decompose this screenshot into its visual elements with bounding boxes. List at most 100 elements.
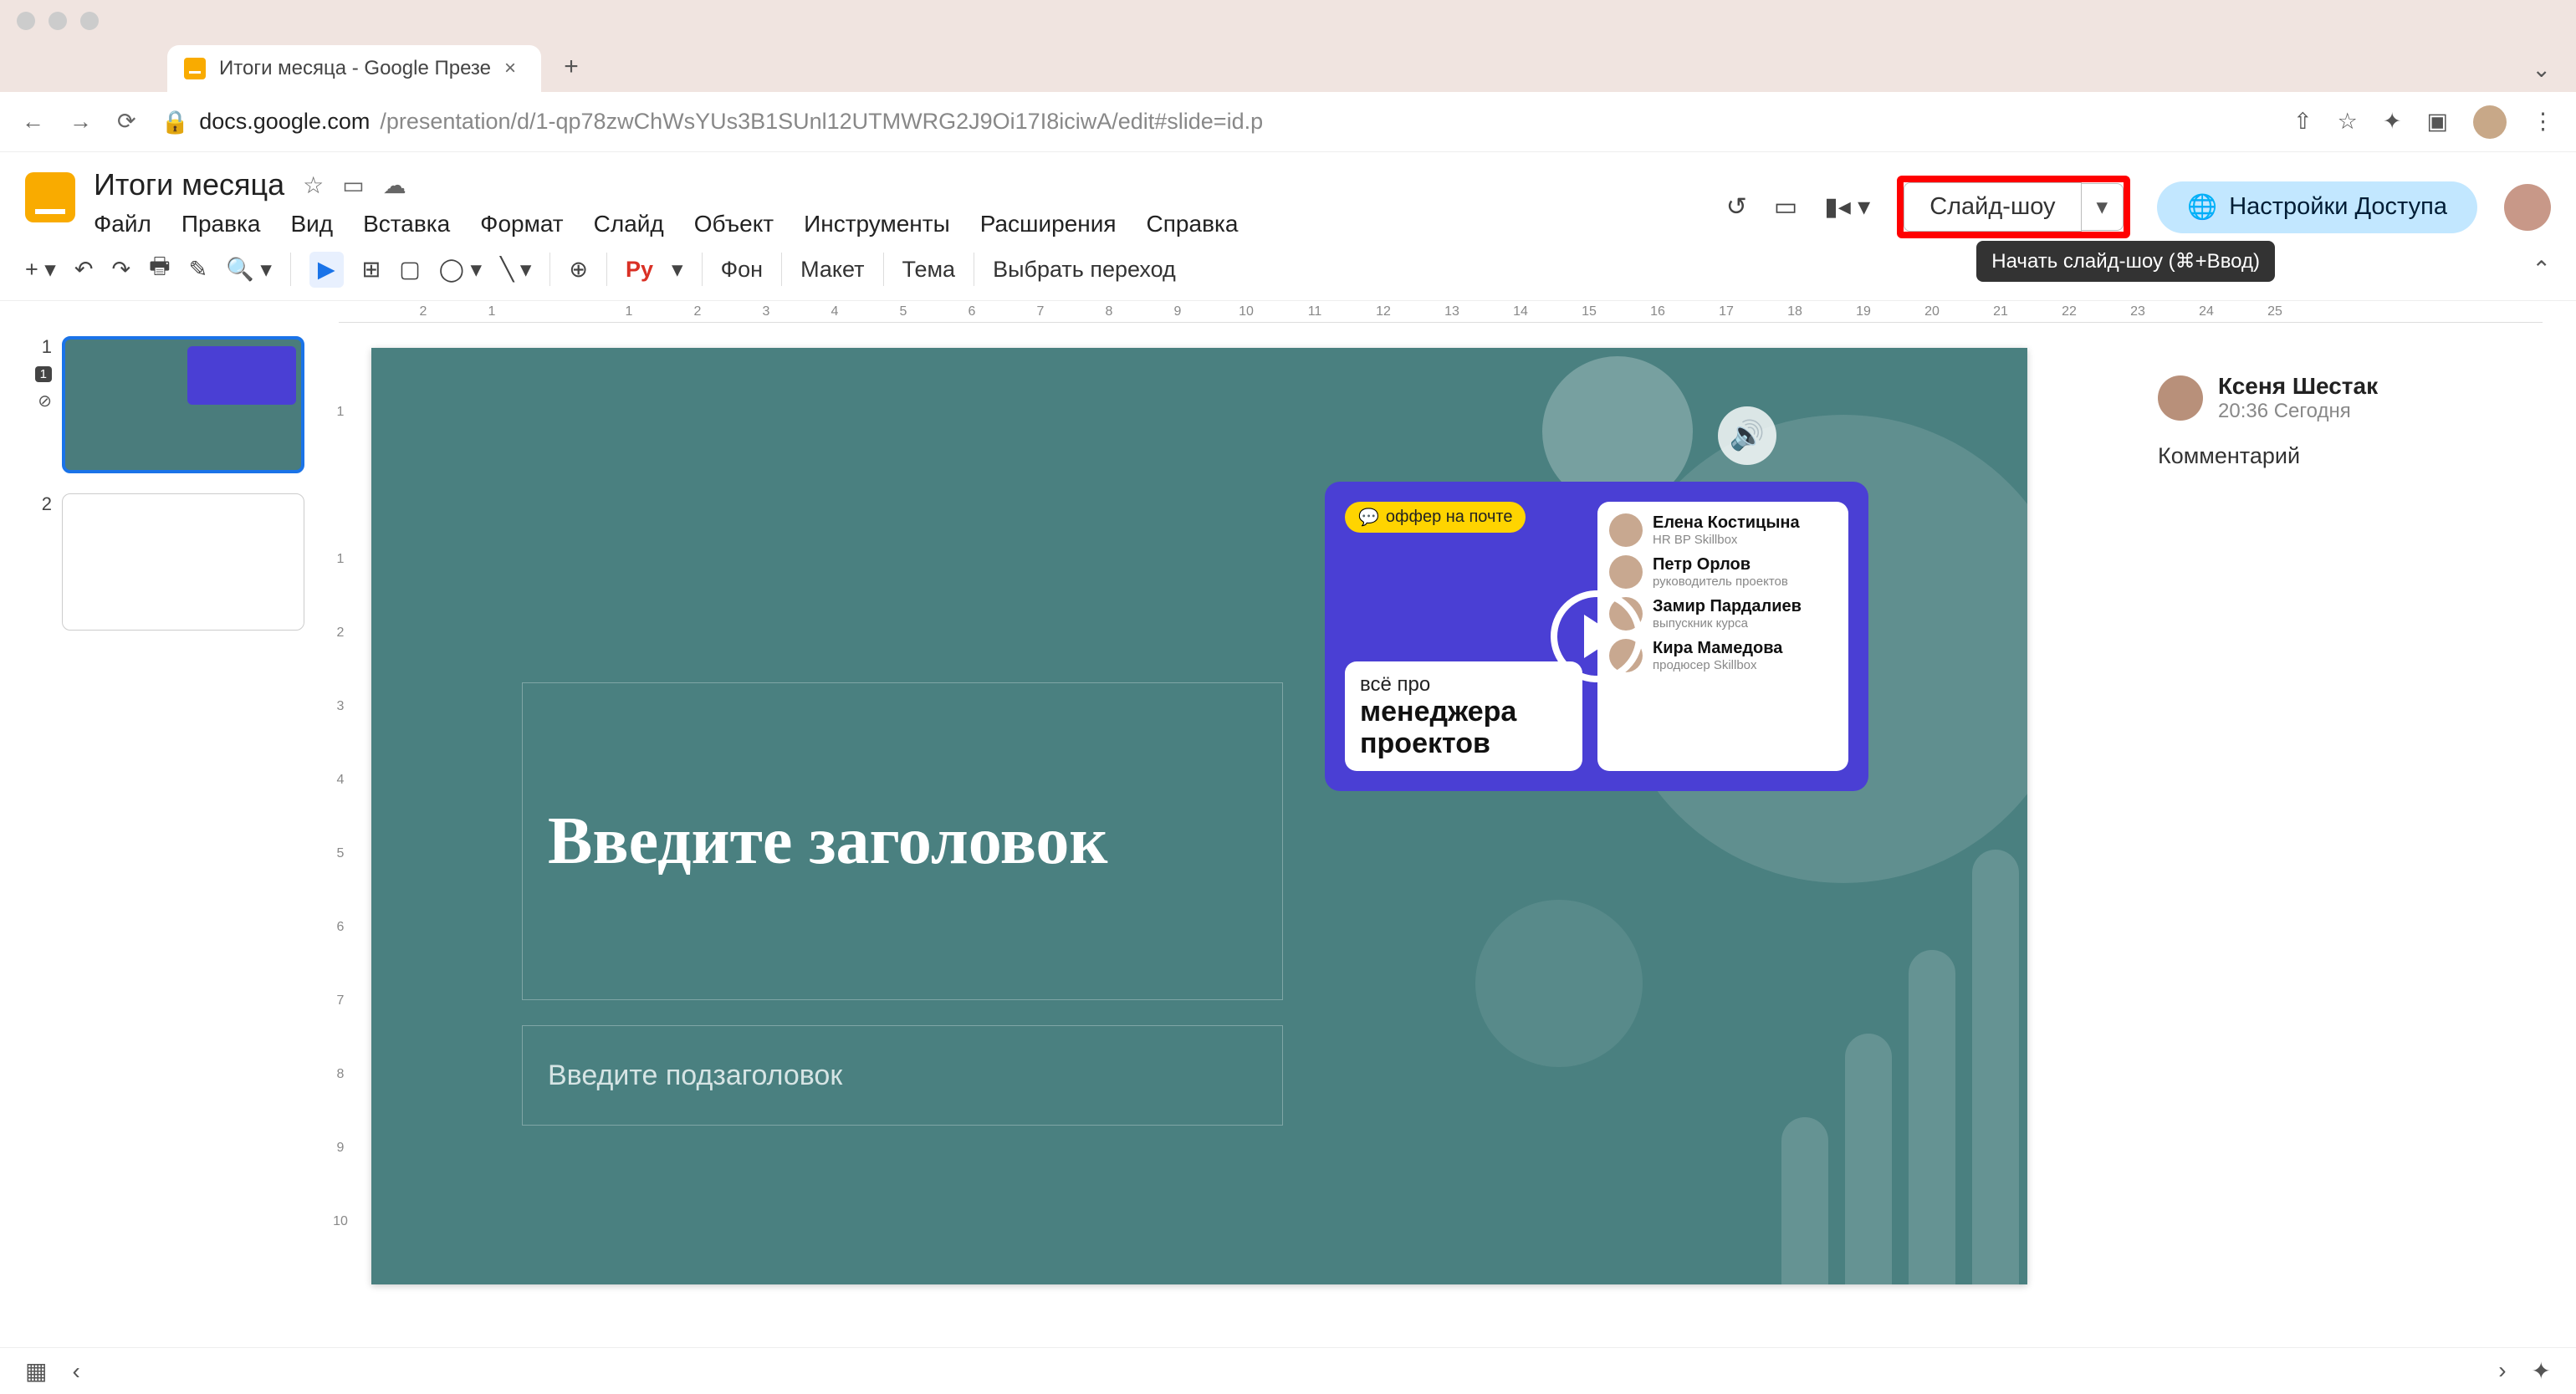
menu-view[interactable]: Вид: [290, 211, 333, 237]
slideshow-highlight: Слайд-шоу ▾: [1897, 176, 2130, 238]
title-placeholder[interactable]: Введите заголовок: [522, 682, 1283, 1000]
video-title-box: всё про менеджера проектов: [1345, 661, 1582, 771]
menu-file[interactable]: Файл: [94, 211, 151, 237]
slideshow-tooltip: Начать слайд-шоу (⌘+Ввод): [1976, 241, 2275, 282]
comment-time: 20:36 Сегодня: [2218, 400, 2378, 423]
title-text: Введите заголовок: [548, 804, 1107, 880]
meet-icon[interactable]: ▮◂ ▾: [1824, 192, 1870, 222]
url-field[interactable]: 🔒 docs.google.com/presentation/d/1-qp78z…: [161, 109, 2268, 135]
comment-body: Комментарий: [2158, 443, 2551, 469]
new-tab-button[interactable]: +: [555, 50, 588, 84]
comment-badge-icon: 1: [35, 366, 52, 382]
slides-logo[interactable]: [25, 172, 75, 222]
menu-help[interactable]: Справка: [1147, 211, 1239, 237]
menu-bar: Файл Правка Вид Вставка Формат Слайд Объ…: [94, 211, 1708, 237]
kebab-icon[interactable]: ⋮: [2532, 109, 2554, 135]
slide-number-1: 1: [27, 336, 52, 358]
slides-favicon: [184, 58, 206, 79]
menu-tools[interactable]: Инструменты: [804, 211, 950, 237]
paint-format-icon[interactable]: ✎: [189, 257, 208, 283]
audio-play-icon[interactable]: 🔊: [1718, 406, 1776, 465]
transition-button[interactable]: Выбрать переход: [993, 257, 1176, 283]
status-bar: ▦ ‹ › ✦: [0, 1347, 2576, 1394]
tab-title: Итоги месяца - Google Презе: [219, 57, 491, 80]
subtitle-text: Введите подзаголовок: [548, 1060, 842, 1092]
share-button[interactable]: 🌐 Настройки Доступа: [2157, 181, 2477, 233]
url-path: /presentation/d/1-qp78zwChWsYUs3B1SUnl12…: [380, 109, 1263, 135]
lock-icon: 🔒: [161, 109, 190, 135]
extensions-icon[interactable]: ✦: [2383, 109, 2402, 135]
slide-canvas[interactable]: 🔊 💬оффер на почте всё про менеджера прое…: [371, 348, 2027, 1284]
new-slide-button[interactable]: + ▾: [25, 257, 56, 283]
menu-insert[interactable]: Вставка: [363, 211, 450, 237]
menu-object[interactable]: Объект: [694, 211, 774, 237]
traffic-max[interactable]: [80, 12, 99, 30]
doc-title[interactable]: Итоги месяца: [94, 167, 284, 202]
window-titlebar: [0, 0, 2576, 42]
select-tool-icon[interactable]: ▶: [309, 252, 344, 288]
sidepanel-icon[interactable]: ▣: [2426, 109, 2448, 135]
traffic-min[interactable]: [49, 12, 67, 30]
audio-badge-icon: ⊘: [38, 391, 52, 411]
next-slide-icon[interactable]: ›: [2498, 1357, 2506, 1385]
video-thumbnail[interactable]: 💬оффер на почте всё про менеджера проект…: [1325, 482, 1868, 791]
address-bar: ← → ⟳ 🔒 docs.google.com/presentation/d/1…: [0, 92, 2576, 152]
background-button[interactable]: Фон: [721, 257, 763, 283]
slide-thumbnail-2[interactable]: [62, 493, 304, 631]
nav-forward-icon[interactable]: →: [69, 109, 92, 135]
horizontal-ruler: 2112345678910111213141516171819202122232…: [339, 301, 2543, 323]
menu-format[interactable]: Формат: [480, 211, 563, 237]
explore-icon[interactable]: ✦: [2532, 1357, 2551, 1385]
share-icon[interactable]: ⇧: [2293, 109, 2313, 135]
grid-view-icon[interactable]: ▦: [25, 1357, 47, 1385]
tabs-overflow-icon[interactable]: ⌄: [2532, 57, 2551, 83]
spellcheck-icon[interactable]: Py: [626, 257, 653, 283]
star-icon[interactable]: ☆: [2338, 109, 2358, 135]
comment-add-icon[interactable]: ⊕: [569, 257, 588, 283]
profile-avatar[interactable]: [2473, 105, 2507, 139]
undo-icon[interactable]: ↶: [74, 257, 94, 283]
theme-button[interactable]: Тема: [902, 257, 956, 283]
commenter-avatar: [2158, 375, 2203, 421]
globe-icon: 🌐: [2187, 193, 2217, 222]
slideshow-button[interactable]: Слайд-шоу: [1904, 182, 2081, 232]
redo-icon[interactable]: ↷: [111, 257, 130, 283]
vertical-ruler: 112345678910: [326, 323, 355, 1347]
slide-panel: 1 1 ⊘ 2: [0, 323, 326, 1347]
browser-tab[interactable]: Итоги месяца - Google Презе ×: [167, 45, 541, 92]
history-icon[interactable]: ↺: [1726, 192, 1747, 222]
prev-slide-icon[interactable]: ‹: [72, 1358, 79, 1385]
close-tab-icon[interactable]: ×: [504, 57, 516, 80]
move-doc-icon[interactable]: ▭: [342, 171, 364, 199]
line-icon[interactable]: ╲ ▾: [500, 257, 531, 283]
nav-back-icon[interactable]: ←: [22, 109, 44, 135]
play-icon[interactable]: [1551, 590, 1643, 682]
print-icon[interactable]: 🖶: [149, 250, 171, 289]
collapse-toolbar-icon[interactable]: ⌃: [2532, 257, 2551, 283]
slide-number-2: 2: [27, 493, 52, 515]
video-badge: 💬оффер на почте: [1345, 502, 1526, 533]
slide-thumbnail-1[interactable]: [62, 336, 304, 473]
layout-button[interactable]: Макет: [800, 257, 864, 283]
star-doc-icon[interactable]: ☆: [303, 171, 324, 199]
image-icon[interactable]: ▢: [399, 257, 421, 283]
slideshow-dropdown[interactable]: ▾: [2082, 183, 2124, 231]
spellcheck-drop[interactable]: ▾: [672, 257, 683, 283]
decorative-circle: [1475, 900, 1643, 1067]
decorative-bars: [1781, 850, 2019, 1284]
url-host: docs.google.com: [199, 109, 370, 135]
menu-extensions[interactable]: Расширения: [980, 211, 1117, 237]
zoom-icon[interactable]: 🔍 ▾: [226, 256, 272, 283]
cloud-status-icon[interactable]: ☁: [383, 171, 406, 199]
comments-sidebar: Ксеня Шестак 20:36 Сегодня Комментарий: [2133, 323, 2576, 1347]
menu-edit[interactable]: Правка: [181, 211, 261, 237]
textbox-icon[interactable]: ⊞: [362, 257, 381, 283]
commenter-name: Ксеня Шестак: [2218, 373, 2378, 400]
subtitle-placeholder[interactable]: Введите подзаголовок: [522, 1025, 1283, 1126]
menu-slide[interactable]: Слайд: [594, 211, 664, 237]
comments-icon[interactable]: ▭: [1774, 192, 1797, 222]
shape-icon[interactable]: ◯ ▾: [439, 257, 482, 283]
traffic-close[interactable]: [17, 12, 35, 30]
account-avatar[interactable]: [2504, 184, 2551, 231]
nav-reload-icon[interactable]: ⟳: [117, 109, 136, 135]
